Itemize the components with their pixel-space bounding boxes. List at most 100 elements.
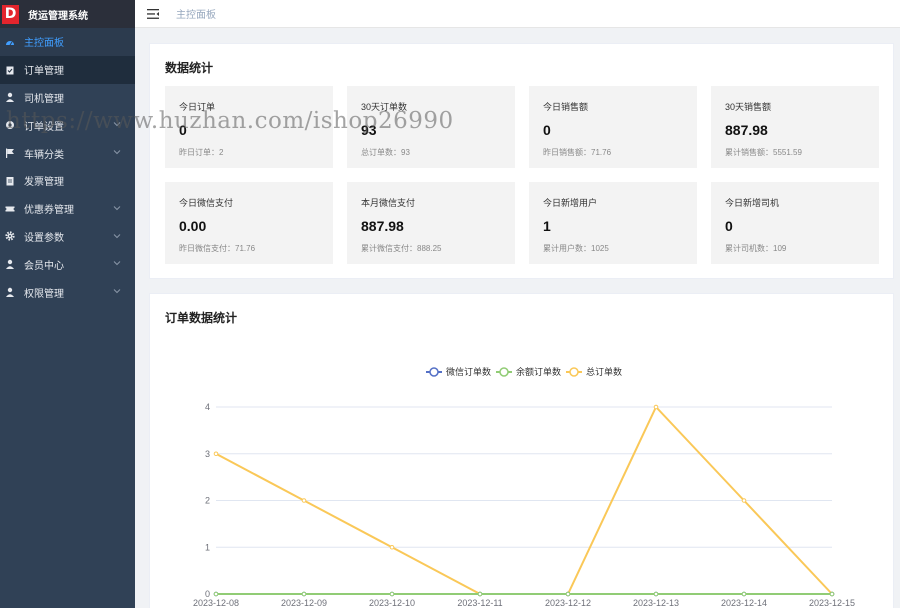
x-tick-label: 2023-12-09 [281, 598, 327, 608]
sidebar-item-members[interactable]: 会员中心 [0, 250, 135, 278]
y-tick-label: 4 [205, 402, 210, 412]
user-icon [5, 92, 15, 103]
stat-label: 今日微信支付 [179, 198, 234, 208]
legend-label: 总订单数 [586, 366, 622, 377]
stat-sub: 总订单数：93 [361, 148, 410, 157]
sidebar-item-invoices[interactable]: 发票管理 [0, 167, 135, 195]
stat-card-today-wechat-pay: 今日微信支付 0.00 昨日微信支付：71.76 [165, 182, 333, 264]
menu-fold-icon[interactable] [147, 8, 159, 19]
user-icon [5, 287, 15, 298]
settings-circle-icon [5, 120, 15, 130]
sidebar-item-label: 车辆分类 [24, 149, 64, 161]
stat-value: 887.98 [725, 122, 768, 138]
stat-value: 0 [725, 218, 733, 234]
sidebar-item-orders[interactable]: 订单管理 [0, 55, 135, 84]
sidebar-item-label: 优惠券管理 [24, 205, 74, 217]
sidebar-item-parameters[interactable]: 设置参数 [0, 223, 135, 251]
sidebar-item-order-settings[interactable]: 订单设置 [0, 111, 135, 139]
ticket-icon [5, 204, 15, 214]
data-point [301, 591, 307, 597]
chevron-down-icon [113, 233, 121, 238]
sidebar-item-drivers[interactable]: 司机管理 [0, 84, 135, 112]
stat-label: 今日订单 [179, 102, 216, 112]
stat-sub: 昨日销售额：71.76 [543, 148, 612, 157]
stats-title: 数据统计 [165, 61, 214, 75]
stat-label: 今日新增司机 [725, 198, 780, 208]
stat-label: 今日销售额 [543, 102, 589, 112]
legend-label: 微信订单数 [446, 366, 491, 377]
stat-value: 0 [179, 122, 187, 138]
x-tick-label: 2023-12-11 [457, 598, 502, 608]
sidebar-item-label: 权限管理 [24, 288, 64, 300]
breadcrumb[interactable]: 主控面板 [176, 6, 216, 21]
stat-card-today-sales: 今日销售额 0 昨日销售额：71.76 [529, 86, 697, 168]
stat-sub: 累计微信支付：888.25 [361, 244, 442, 253]
y-tick-label: 2 [205, 496, 210, 506]
stats-panel: 数据统计 今日订单 0 昨日订单：2 30天订单数 93 总订单数：93 今日销… [149, 43, 894, 279]
stat-value: 0.00 [179, 218, 207, 234]
stat-sub: 昨日微信支付：71.76 [179, 244, 256, 253]
data-point [653, 404, 659, 410]
legend-marker [429, 367, 439, 377]
sidebar-item-label: 订单设置 [24, 121, 64, 133]
stat-card-today-new-drivers: 今日新增司机 0 累计司机数：109 [711, 182, 879, 264]
legend-label: 余额订单数 [516, 366, 561, 377]
stat-card-month-wechat-pay: 本月微信支付 887.98 累计微信支付：888.25 [347, 182, 515, 264]
sidebar-item-label: 订单管理 [24, 66, 64, 78]
y-tick-label: 1 [205, 542, 210, 552]
flag-icon [5, 148, 15, 159]
sidebar-item-label: 会员中心 [24, 260, 64, 272]
x-tick-label: 2023-12-08 [193, 598, 239, 608]
stat-sub: 累计司机数：109 [725, 244, 787, 253]
app-logo: D [2, 4, 19, 24]
x-tick-label: 2023-12-15 [809, 598, 855, 608]
brand: D 货运管理系统 [0, 0, 135, 28]
data-point [741, 591, 747, 597]
data-point [653, 591, 659, 597]
stat-value: 93 [361, 122, 377, 138]
stat-sub: 昨日订单：2 [179, 148, 224, 157]
y-tick-label: 3 [205, 449, 210, 459]
app-title: 货运管理系统 [28, 10, 88, 22]
stat-label: 30天销售额 [725, 102, 772, 112]
stat-label: 今日新增用户 [543, 198, 598, 208]
chevron-down-icon [113, 150, 121, 155]
chevron-down-icon [113, 289, 121, 294]
sidebar-item-label: 司机管理 [24, 93, 64, 105]
stat-card-today-orders: 今日订单 0 昨日订单：2 [165, 86, 333, 168]
x-tick-label: 2023-12-12 [545, 598, 591, 608]
sidebar-item-dashboard[interactable]: 主控面板 [0, 28, 135, 56]
stat-label: 本月微信支付 [361, 198, 416, 208]
data-point [213, 591, 219, 597]
x-tick-label: 2023-12-14 [721, 598, 767, 608]
chevron-down-icon [113, 205, 121, 210]
user-icon [5, 259, 15, 270]
data-point [389, 591, 395, 597]
stat-card-30day-orders: 30天订单数 93 总订单数：93 [347, 86, 515, 168]
order-chart-panel: 订单数据统计 0 1 2 3 4 2023-12-08 2023-12-09 2023-12-… [149, 293, 894, 608]
sidebar-item-vehicle-categories[interactable]: 车辆分类 [0, 139, 135, 167]
document-icon [5, 176, 15, 186]
sidebar-menu: 主控面板 订单管理 司机管理 订单设置 车辆分类 发票管理 优惠券管理 设置参数… [0, 28, 135, 306]
dashboard-icon [5, 37, 15, 47]
sidebar-item-label: 主控面板 [24, 38, 64, 50]
stat-value: 0 [543, 122, 551, 138]
legend-marker [499, 367, 509, 377]
chevron-down-icon [113, 122, 121, 127]
data-point [213, 451, 219, 457]
gear-icon [5, 231, 15, 242]
stat-card-today-new-users: 今日新增用户 1 累计用户数：1025 [529, 182, 697, 264]
stat-value: 1 [543, 218, 551, 234]
sidebar-item-coupons[interactable]: 优惠券管理 [0, 195, 135, 223]
stat-label: 30天订单数 [361, 102, 408, 112]
chevron-down-icon [113, 261, 121, 266]
stat-sub: 累计用户数：1025 [543, 244, 609, 253]
clipboard-icon [5, 65, 15, 75]
sidebar-item-label: 设置参数 [24, 232, 64, 244]
data-point [477, 591, 483, 597]
data-point [389, 544, 395, 550]
sidebar-item-permissions[interactable]: 权限管理 [0, 278, 135, 306]
stat-sub: 累计销售额：5551.59 [725, 148, 802, 157]
data-point [301, 498, 307, 503]
stat-card-30day-sales: 30天销售额 887.98 累计销售额：5551.59 [711, 86, 879, 168]
